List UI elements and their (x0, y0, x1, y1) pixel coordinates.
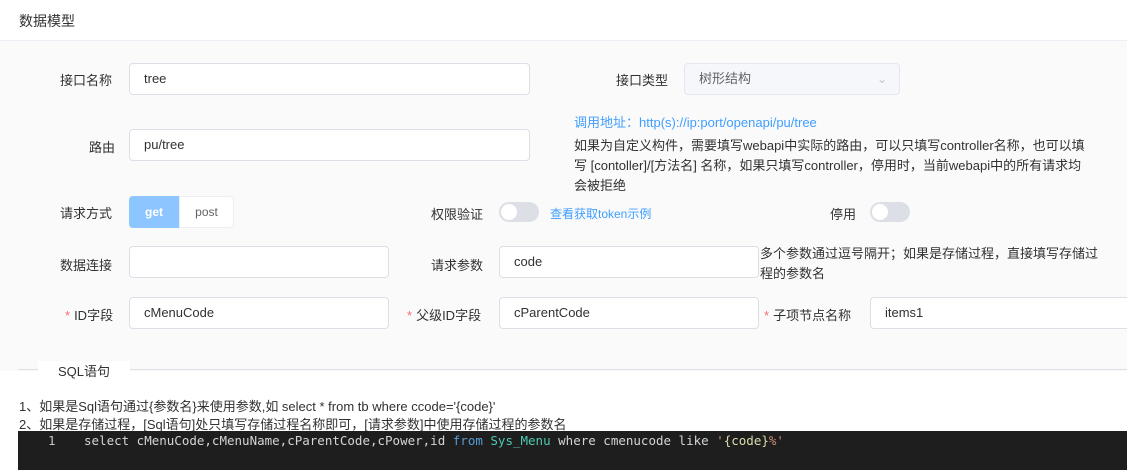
disabled-switch-knob (872, 204, 888, 220)
required-mark: * (764, 308, 770, 323)
sql-section-title: SQL语句 (38, 361, 131, 380)
code-keyword: from (452, 433, 483, 448)
method-label: 请求方式 (60, 206, 113, 221)
disabled-label: 停用 (830, 207, 857, 222)
call-address[interactable]: 调用地址：http(s)://ip:port/openapi/pu/tree (574, 112, 817, 131)
sql-code-line[interactable]: select cMenuCode,cMenuName,cParentCode,c… (84, 433, 784, 448)
connection-label: 数据连接 (60, 258, 113, 273)
params-help-line: 程的参数名 (760, 266, 826, 281)
method-option-post[interactable]: post (179, 196, 234, 228)
code-table: Sys_Menu (490, 433, 551, 448)
type-select-value: 树形结构 (699, 71, 752, 86)
route-help-line: 会被拒绝 (574, 178, 627, 193)
code-string: %' (768, 433, 784, 448)
code-string: ' (716, 433, 724, 448)
chevron-down-icon: ⌄ (876, 72, 887, 86)
parent-id-field-input[interactable]: cParentCode (499, 297, 759, 329)
type-label: 接口类型 (616, 73, 669, 88)
child-node-label-wrap: * 子项节点名称 (764, 305, 851, 324)
code-text: select cMenuCode,cMenuName,cParentCode,c… (84, 433, 453, 448)
route-help: 如果为自定义构件，需要填写webapi中实际的路由，可以只填写controlle… (574, 136, 1127, 196)
parent-id-field-label: 父级ID字段 (416, 308, 482, 323)
required-mark: * (407, 308, 413, 323)
id-field-input[interactable]: cMenuCode (129, 297, 389, 329)
id-field-label-wrap: * ID字段 (65, 305, 113, 324)
route-help-line: 写 [contoller]/[方法名] 名称，如果只填写controller，停… (574, 158, 1082, 173)
route-input[interactable]: pu/tree (129, 129, 530, 161)
code-template: {code} (723, 433, 769, 448)
code-text: where cmenucode like (550, 433, 717, 448)
name-input[interactable]: tree (129, 63, 530, 95)
connection-input[interactable] (129, 246, 389, 278)
parent-id-field-label-wrap: * 父级ID字段 (407, 305, 481, 324)
auth-switch[interactable] (499, 202, 539, 222)
params-label: 请求参数 (431, 258, 484, 273)
page-title: 数据模型 (19, 13, 75, 29)
sql-note-1: 1、如果是Sql语句通过{参数名}来使用参数,如 select * from t… (19, 399, 496, 414)
route-label: 路由 (89, 140, 116, 155)
name-label: 接口名称 (60, 73, 113, 88)
id-field-label: ID字段 (74, 308, 114, 323)
token-example-link[interactable]: 查看获取token示例 (550, 205, 651, 222)
method-option-get[interactable]: get (129, 196, 179, 228)
sql-editor[interactable]: 1 select cMenuCode,cMenuName,cParentCode… (18, 431, 1127, 470)
params-help: 多个参数通过逗号隔开；如果是存储过程，直接填写存储过 程的参数名 (760, 244, 1127, 284)
disabled-switch[interactable] (870, 202, 910, 222)
line-number: 1 (48, 433, 56, 448)
child-node-label: 子项节点名称 (773, 308, 852, 323)
params-help-line: 多个参数通过逗号隔开；如果是存储过程，直接填写存储过 (760, 246, 1099, 261)
child-node-input[interactable]: items1 (870, 297, 1127, 329)
params-input[interactable]: code (499, 246, 759, 278)
sql-divider (18, 369, 1127, 370)
call-address-url: http(s)://ip:port/openapi/pu/tree (639, 115, 817, 130)
call-address-label: 调用地址： (574, 115, 640, 130)
editor-gutter (18, 431, 68, 470)
required-mark: * (65, 308, 71, 323)
route-help-line: 如果为自定义构件，需要填写webapi中实际的路由，可以只填写controlle… (574, 138, 1085, 153)
page-header: 数据模型 (0, 0, 1127, 41)
auth-switch-knob (501, 204, 517, 220)
auth-label: 权限验证 (431, 207, 484, 222)
type-select[interactable]: 树形结构 ⌄ (684, 63, 900, 95)
